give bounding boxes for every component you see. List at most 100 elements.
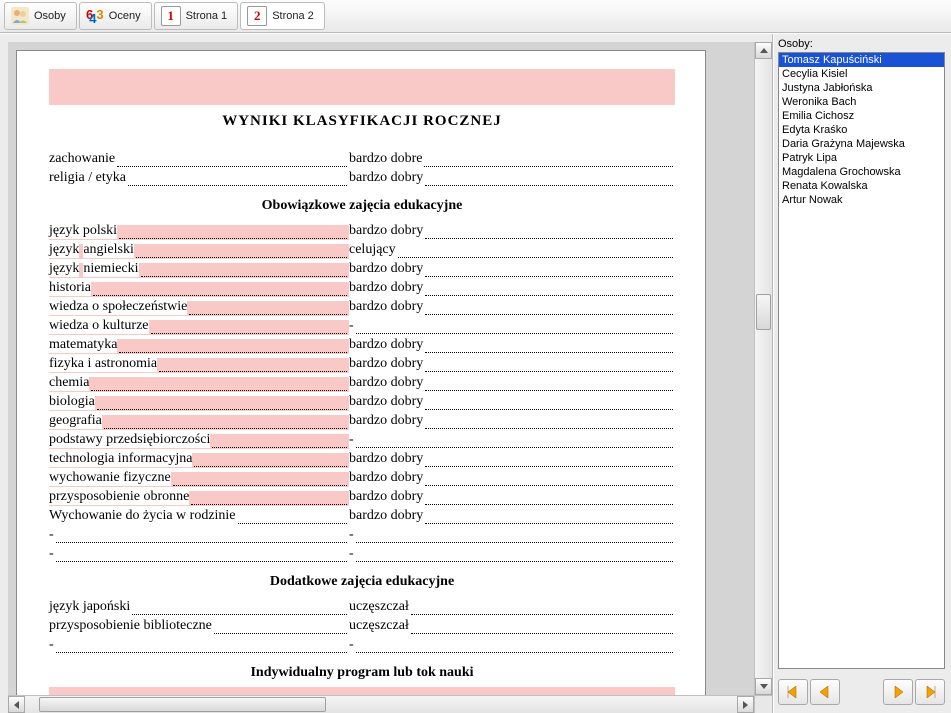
row-value: bardzo dobry bbox=[349, 356, 423, 372]
app-root: Osoby 643 Oceny 1 Strona 1 2 Strona 2 bbox=[0, 0, 951, 713]
row-value: - bbox=[349, 637, 354, 653]
row-sublabel: angielski bbox=[83, 242, 134, 258]
row-value: bardzo dobry bbox=[349, 394, 423, 410]
tab-label: Strona 1 bbox=[186, 10, 228, 22]
row-value: bardzo dobry bbox=[349, 299, 423, 315]
row-label: chemia bbox=[49, 375, 89, 391]
document-pane: WYNIKI KLASYFIKACJI ROCZNEJ zachowanie ba… bbox=[0, 34, 773, 713]
scroll-left-button[interactable] bbox=[8, 696, 25, 713]
grade-row: przysposobienie biblioteczneuczęszczał bbox=[49, 615, 675, 634]
grade-row: chemiabardzo dobry bbox=[49, 372, 675, 391]
section-individual: Indywidualny program lub tok nauki bbox=[49, 665, 675, 681]
people-listbox[interactable]: Tomasz KapuścińskiCecylia KisielJustyna … bbox=[778, 52, 945, 669]
list-item[interactable]: Weronika Bach bbox=[779, 95, 944, 109]
grade-row: -- bbox=[49, 543, 675, 562]
grade-row: technologia informacyjnabardzo dobry bbox=[49, 448, 675, 467]
row-label: religia / etyka bbox=[49, 170, 126, 186]
row-value: bardzo dobry bbox=[349, 337, 423, 353]
people-icon bbox=[11, 7, 29, 25]
scroll-thumb[interactable] bbox=[39, 697, 326, 712]
row-value: bardzo dobry bbox=[349, 280, 423, 296]
list-item[interactable]: Patryk Lipa bbox=[779, 151, 944, 165]
grade-row: -- bbox=[49, 634, 675, 653]
row-value: bardzo dobry bbox=[349, 489, 423, 505]
row-label: - bbox=[49, 527, 54, 543]
row-label: przysposobienie biblioteczne bbox=[49, 618, 212, 634]
row-label: przysposobienie obronne bbox=[49, 489, 189, 505]
row-value: bardzo dobry bbox=[349, 470, 423, 486]
sidebar-title: Osoby: bbox=[778, 38, 945, 50]
row-value: uczęszczał bbox=[349, 599, 409, 615]
page1-icon: 1 bbox=[161, 6, 181, 26]
section-additional: Dodatkowe zajęcia edukacyjne bbox=[49, 574, 675, 590]
tab-label: Oceny bbox=[109, 10, 141, 22]
grade-row: matematyka bardzo dobry bbox=[49, 334, 675, 353]
row-label: geografia bbox=[49, 413, 102, 429]
page-title: WYNIKI KLASYFIKACJI ROCZNEJ bbox=[49, 113, 675, 130]
list-item[interactable]: Cecylia Kisiel bbox=[779, 67, 944, 81]
grades-icon: 643 bbox=[86, 7, 104, 25]
horizontal-scrollbar[interactable] bbox=[8, 695, 772, 713]
scroll-track[interactable] bbox=[755, 59, 772, 678]
row-label: wiedza o kulturze bbox=[49, 318, 149, 334]
grade-row: biologiabardzo dobry bbox=[49, 391, 675, 410]
grade-row: wiedza o kulturze- bbox=[49, 315, 675, 334]
next-button[interactable] bbox=[883, 679, 913, 705]
row-value: - bbox=[349, 527, 354, 543]
scroll-right-button[interactable] bbox=[737, 696, 754, 713]
scroll-track[interactable] bbox=[25, 696, 737, 713]
grade-row: przysposobienie obronne bardzo dobry bbox=[49, 486, 675, 505]
row-value: - bbox=[349, 546, 354, 562]
row-value: celujący bbox=[349, 242, 396, 258]
main-area: WYNIKI KLASYFIKACJI ROCZNEJ zachowanie ba… bbox=[0, 33, 951, 713]
row-label: wiedza o społeczeństwie bbox=[49, 299, 187, 315]
row-label: fizyka i astronomia bbox=[49, 356, 157, 372]
first-button[interactable] bbox=[778, 679, 808, 705]
grade-row: język polski bardzo dobry bbox=[49, 220, 675, 239]
row-label: język polski bbox=[49, 223, 117, 239]
tab-strona1[interactable]: 1 Strona 1 bbox=[154, 2, 239, 30]
grade-row: geografiabardzo dobry bbox=[49, 410, 675, 429]
last-button[interactable] bbox=[915, 679, 945, 705]
row-label: zachowanie bbox=[49, 151, 115, 167]
list-item[interactable]: Magdalena Grochowska bbox=[779, 165, 944, 179]
row-label: matematyka bbox=[49, 337, 117, 353]
tab-oceny[interactable]: 643 Oceny bbox=[79, 2, 152, 30]
vertical-scrollbar[interactable] bbox=[754, 42, 772, 695]
row-value: bardzo dobry bbox=[349, 261, 423, 277]
grade-row: podstawy przedsiębiorczości- bbox=[49, 429, 675, 448]
sidebar: Osoby: Tomasz KapuścińskiCecylia KisielJ… bbox=[773, 34, 951, 713]
tab-osoby[interactable]: Osoby bbox=[4, 2, 77, 30]
prev-button[interactable] bbox=[810, 679, 840, 705]
row-label: Wychowanie do życia w rodzinie bbox=[49, 508, 236, 524]
list-item[interactable]: Emilia Cichosz bbox=[779, 109, 944, 123]
list-item[interactable]: Tomasz Kapuściński bbox=[779, 53, 944, 67]
row-label: podstawy przedsiębiorczości bbox=[49, 432, 210, 448]
scroll-thumb[interactable] bbox=[756, 294, 771, 330]
list-item[interactable]: Artur Nowak bbox=[779, 193, 944, 207]
list-item[interactable]: Daria Grażyna Majewska bbox=[779, 137, 944, 151]
row-sublabel: niemiecki bbox=[83, 261, 138, 277]
nav-buttons bbox=[778, 669, 945, 709]
grade-row: język japońskiuczęszczał bbox=[49, 596, 675, 615]
grade-row: językangielskicelujący bbox=[49, 239, 675, 258]
list-item[interactable]: Renata Kowalska bbox=[779, 179, 944, 193]
row-label: wychowanie fizyczne bbox=[49, 470, 171, 486]
grade-row: językniemiecki bardzo dobry bbox=[49, 258, 675, 277]
grade-row: Wychowanie do życia w rodzinie bardzo dob… bbox=[49, 505, 675, 524]
grade-row: wychowanie fizyczne bardzo dobry bbox=[49, 467, 675, 486]
tab-label: Strona 2 bbox=[272, 10, 314, 22]
tab-label: Osoby bbox=[34, 10, 66, 22]
row-value: bardzo dobry bbox=[349, 170, 423, 186]
grade-row: -- bbox=[49, 524, 675, 543]
scroll-down-button[interactable] bbox=[755, 678, 772, 695]
list-item[interactable]: Edyta Kraśko bbox=[779, 123, 944, 137]
row-label: - bbox=[49, 637, 54, 653]
row-label: język bbox=[49, 261, 79, 277]
row-value: bardzo dobry bbox=[349, 508, 423, 524]
row-value: bardzo dobry bbox=[349, 223, 423, 239]
scroll-up-button[interactable] bbox=[755, 42, 772, 59]
list-item[interactable]: Justyna Jabłońska bbox=[779, 81, 944, 95]
tab-strona2[interactable]: 2 Strona 2 bbox=[240, 2, 325, 30]
page2-icon: 2 bbox=[247, 6, 267, 26]
